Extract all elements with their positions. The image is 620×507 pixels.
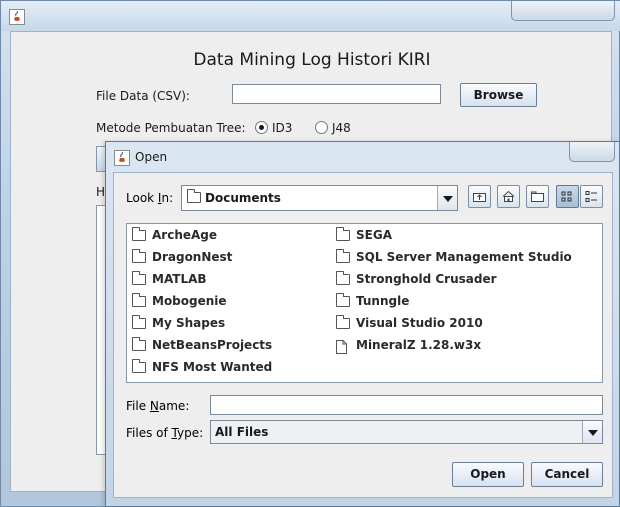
look-in-label: Look In: [126, 191, 174, 205]
dialog-title: Open [135, 150, 168, 164]
files-of-type-label: Files of Type: [126, 426, 204, 440]
java-cup-icon [9, 9, 25, 25]
dialog-close-button[interactable] [569, 142, 615, 162]
list-view-button[interactable] [556, 185, 579, 208]
folder-icon [132, 359, 146, 373]
app-title: Data Mining Log Histori KIRI [193, 50, 431, 70]
file-name-label: File Name: [126, 399, 190, 413]
metode-label: Metode Pembuatan Tree: [96, 121, 246, 135]
file-data-input[interactable] [232, 84, 441, 104]
home-icon [502, 190, 515, 202]
radio-j48[interactable] [315, 121, 328, 134]
files-of-type-value: All Files [215, 425, 269, 439]
new-folder-button[interactable] [526, 185, 549, 208]
folder-icon [187, 189, 201, 203]
up-folder-icon [473, 193, 486, 202]
folder-icon [132, 227, 146, 241]
folder-icon [336, 271, 350, 285]
folder-icon [336, 249, 350, 263]
folder-icon [132, 337, 146, 351]
file-list[interactable]: ArcheAge DragonNest MATLAB Mobogenie My … [126, 223, 603, 383]
file-name-input[interactable] [210, 395, 603, 415]
folder-icon [132, 271, 146, 285]
chevron-down-icon[interactable] [437, 186, 457, 210]
look-in-value: Documents [205, 191, 281, 205]
dialog-titlebar: Open [106, 142, 619, 172]
folder-icon [132, 293, 146, 307]
chevron-down-icon[interactable] [582, 421, 602, 443]
java-cup-icon [114, 150, 130, 166]
window-controls[interactable] [511, 1, 615, 21]
up-one-level-button[interactable] [468, 185, 491, 208]
folder-icon [336, 227, 350, 241]
file-icon [336, 340, 347, 354]
file-data-label: File Data (CSV): [96, 89, 190, 103]
files-of-type-combobox[interactable]: All Files [210, 420, 603, 444]
dialog-panel: Look In: Documents ArcheAge DragonNest M… [113, 172, 613, 498]
radio-j48-label[interactable]: J48 [332, 121, 351, 135]
cancel-button[interactable]: Cancel [531, 462, 603, 487]
list-view-icon [561, 191, 572, 202]
folder-icon [336, 293, 350, 307]
details-view-button[interactable] [580, 185, 603, 208]
folder-icon [336, 315, 350, 329]
browse-button[interactable]: Browse [460, 83, 537, 107]
radio-id3[interactable] [255, 121, 268, 134]
folder-icon [132, 249, 146, 263]
main-titlebar [1, 1, 620, 31]
new-folder-icon [531, 191, 544, 202]
open-button[interactable]: Open [452, 462, 524, 487]
look-in-combobox[interactable]: Documents [181, 185, 458, 211]
home-button[interactable] [497, 185, 520, 208]
radio-id3-label[interactable]: ID3 [272, 121, 292, 135]
folder-icon [132, 315, 146, 329]
open-dialog: Open Look In: Documents ArcheAge DragonN… [105, 141, 620, 507]
details-view-icon [585, 191, 597, 202]
